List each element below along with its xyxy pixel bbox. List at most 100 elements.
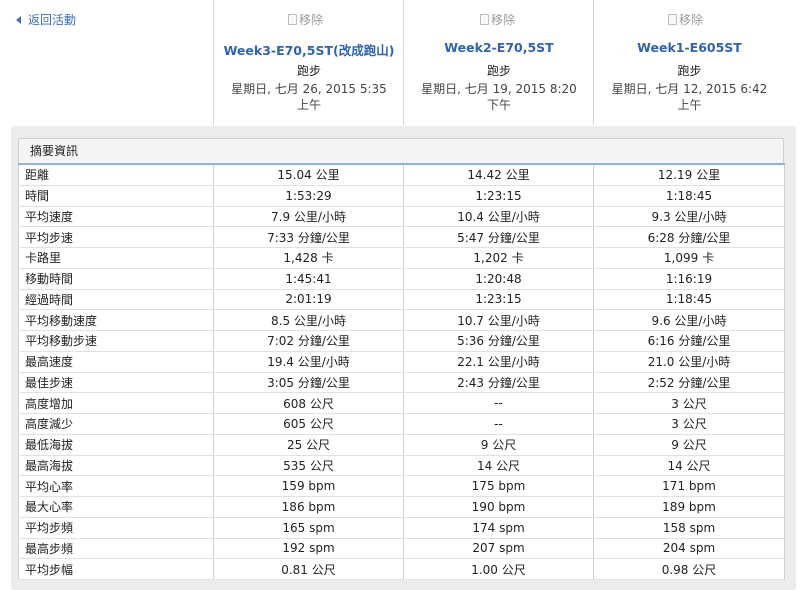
- metric-value: 1:18:45: [593, 185, 785, 207]
- metric-label: 最高步頻: [18, 538, 214, 560]
- metric-label: 平均步頻: [18, 517, 214, 539]
- metric-label: 最佳步速: [18, 372, 214, 394]
- metric-value: 0.98 公尺: [593, 558, 785, 580]
- activity-title-2[interactable]: Week2-E70,5ST: [404, 40, 594, 55]
- metric-value: 0.81 公尺: [213, 558, 404, 580]
- metric-value: 1:45:41: [213, 268, 404, 290]
- metric-value: 159 bpm: [213, 475, 404, 497]
- metric-label: 經過時間: [18, 289, 214, 311]
- activity-type-1: 跑步: [296, 64, 321, 78]
- metric-value: 12.19 公里: [593, 164, 785, 186]
- summary-section-title: 摘要資訊: [18, 138, 784, 163]
- table-row: 時間 1:53:29 1:23:15 1:18:45: [18, 185, 785, 207]
- remove-activity-3-button[interactable]: 移除: [668, 11, 703, 28]
- metric-value: 9.6 公里/小時: [593, 309, 785, 331]
- table-row: 移動時間 1:45:41 1:20:48 1:16:19: [18, 268, 785, 290]
- back-link-label: 返回活動: [28, 13, 77, 27]
- metric-value: --: [403, 413, 594, 435]
- metric-label: 時間: [18, 185, 214, 207]
- metric-value: 171 bpm: [593, 475, 785, 497]
- table-row: 距離 15.04 公里 14.42 公里 12.19 公里: [18, 164, 785, 186]
- metric-value: 7:33 分鐘/公里: [213, 226, 404, 248]
- remove-checkbox-icon[interactable]: [480, 14, 489, 25]
- remove-label: 移除: [679, 13, 704, 27]
- metric-label: 高度減少: [18, 413, 214, 435]
- metric-value: 174 spm: [403, 517, 594, 539]
- table-row: 平均心率 159 bpm 175 bpm 171 bpm: [18, 475, 785, 497]
- activity-type-2: 跑步: [486, 64, 511, 78]
- metric-value: 207 spm: [403, 538, 594, 560]
- metric-value: 7.9 公里/小時: [213, 206, 404, 228]
- metric-value: 6:16 分鐘/公里: [593, 330, 785, 352]
- remove-activity-2-button[interactable]: 移除: [480, 11, 515, 28]
- metric-value: 1:53:29: [213, 185, 404, 207]
- metric-label: 最低海拔: [18, 434, 214, 456]
- metric-value: 2:01:19: [213, 289, 404, 311]
- metric-value: 9 公尺: [593, 434, 785, 456]
- table-row: 高度增加 608 公尺 -- 3 公尺: [18, 392, 785, 414]
- metric-value: 175 bpm: [403, 475, 594, 497]
- metric-value: 1:20:48: [403, 268, 594, 290]
- remove-checkbox-icon[interactable]: [288, 14, 297, 25]
- table-row: 最佳步速 3:05 分鐘/公里 2:43 分鐘/公里 2:52 分鐘/公里: [18, 372, 785, 394]
- table-row: 平均步速 7:33 分鐘/公里 5:47 分鐘/公里 6:28 分鐘/公里: [18, 226, 785, 248]
- metric-value: 9.3 公里/小時: [593, 206, 785, 228]
- table-row: 平均移動步速 7:02 分鐘/公里 5:36 分鐘/公里 6:16 分鐘/公里: [18, 330, 785, 352]
- back-arrow-icon: [16, 15, 21, 24]
- metric-value: 165 spm: [213, 517, 404, 539]
- metric-label: 最大心率: [18, 496, 214, 518]
- metric-label: 最高海拔: [18, 455, 214, 477]
- metric-value: 186 bpm: [213, 496, 404, 518]
- remove-label: 移除: [491, 13, 516, 27]
- back-to-activities-link[interactable]: 返回活動: [16, 11, 76, 28]
- metric-value: 7:02 分鐘/公里: [213, 330, 404, 352]
- activity-date-3: 星期日, 七月 12, 2015 6:42 上午: [611, 82, 768, 112]
- activity-date-1: 星期日, 七月 26, 2015 5:35 上午: [231, 82, 387, 112]
- remove-checkbox-icon[interactable]: [668, 14, 677, 25]
- table-row: 平均移動速度 8.5 公里/小時 10.7 公里/小時 9.6 公里/小時: [18, 309, 785, 331]
- remove-label: 移除: [299, 13, 324, 27]
- table-row: 平均步幅 0.81 公尺 1.00 公尺 0.98 公尺: [18, 558, 785, 580]
- metric-value: 5:47 分鐘/公里: [403, 226, 594, 248]
- metric-value: 14 公尺: [593, 455, 785, 477]
- metric-label: 平均步速: [18, 226, 214, 248]
- metric-value: 608 公尺: [213, 392, 404, 414]
- activity-date-2: 星期日, 七月 19, 2015 8:20 下午: [421, 82, 577, 112]
- metric-label: 卡路里: [18, 247, 214, 269]
- metric-value: 25 公尺: [213, 434, 404, 456]
- activity-title-1[interactable]: Week3-E70,5ST(改成跑山): [214, 40, 404, 59]
- metric-value: 1,428 卡: [213, 247, 404, 269]
- table-row: 最高步頻 192 spm 207 spm 204 spm: [18, 538, 785, 560]
- metric-value: 8.5 公里/小時: [213, 309, 404, 331]
- metric-value: 5:36 分鐘/公里: [403, 330, 594, 352]
- metric-value: 9 公尺: [403, 434, 594, 456]
- activity-header-3: 移除 Week1-E605ST 跑步 星期日, 七月 12, 2015 6:42…: [593, 0, 785, 125]
- metric-label: 最高速度: [18, 351, 214, 373]
- table-row: 高度減少 605 公尺 -- 3 公尺: [18, 413, 785, 435]
- metric-value: 1:23:15: [403, 185, 594, 207]
- metric-value: 1:16:19: [593, 268, 785, 290]
- metric-label: 高度增加: [18, 392, 214, 414]
- activity-title-3[interactable]: Week1-E605ST: [594, 40, 785, 55]
- metric-label: 平均速度: [18, 206, 214, 228]
- metric-value: 605 公尺: [213, 413, 404, 435]
- metric-value: 6:28 分鐘/公里: [593, 226, 785, 248]
- table-row: 平均步頻 165 spm 174 spm 158 spm: [18, 517, 785, 539]
- metric-label: 移動時間: [18, 268, 214, 290]
- table-row: 平均速度 7.9 公里/小時 10.4 公里/小時 9.3 公里/小時: [18, 206, 785, 228]
- activity-type-3: 跑步: [677, 64, 702, 78]
- metric-value: 204 spm: [593, 538, 785, 560]
- remove-activity-1-button[interactable]: 移除: [288, 11, 323, 28]
- summary-table: 距離 15.04 公里 14.42 公里 12.19 公里 時間 1:53:29 1:23:…: [18, 163, 785, 580]
- metric-value: 22.1 公里/小時: [403, 351, 594, 373]
- metric-value: 3 公尺: [593, 392, 785, 414]
- metric-label: 平均步幅: [18, 558, 214, 580]
- metric-label: 距離: [18, 164, 214, 186]
- metric-value: 192 spm: [213, 538, 404, 560]
- metric-value: 2:52 分鐘/公里: [593, 372, 785, 394]
- metric-label: 平均心率: [18, 475, 214, 497]
- metric-value: 1:23:15: [403, 289, 594, 311]
- activity-header-2: 移除 Week2-E70,5ST 跑步 星期日, 七月 19, 2015 8:2…: [403, 0, 594, 125]
- metric-value: 15.04 公里: [213, 164, 404, 186]
- metric-label: 平均移動速度: [18, 309, 214, 331]
